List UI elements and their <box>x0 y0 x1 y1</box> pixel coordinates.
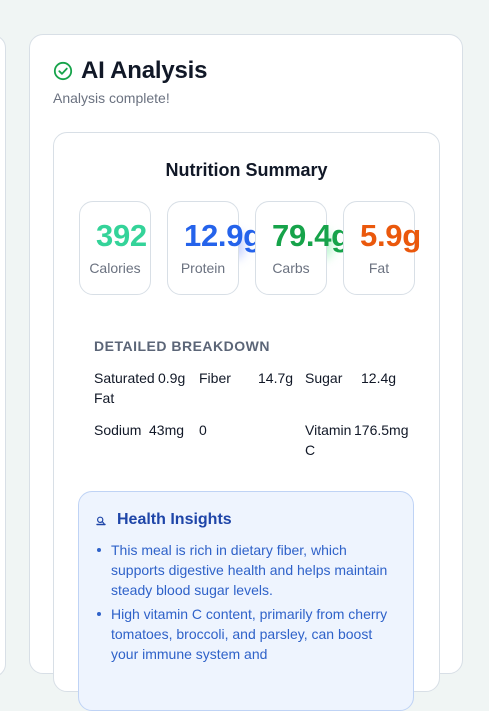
stat-label: Protein <box>180 260 226 276</box>
brain-icon <box>95 514 107 526</box>
health-insights-box: Health Insights This meal is rich in die… <box>78 491 414 711</box>
breakdown-title: DETAILED BREAKDOWN <box>94 338 270 354</box>
card-title: AI Analysis <box>81 57 208 84</box>
summary-title: Nutrition Summary <box>165 160 328 180</box>
nutrient-value: 0.9g <box>158 370 186 386</box>
nutrient-name: Vitamin C <box>305 422 352 458</box>
insight-item: High vitamin C content, primarily from c… <box>97 604 401 664</box>
ai-analysis-card: AI Analysis Analysis complete! Nutrition… <box>29 34 463 711</box>
stat-label: Carbs <box>272 260 310 276</box>
analysis-status: Analysis complete! <box>53 90 170 106</box>
nutrient-name: Sugar <box>305 370 343 386</box>
insights-title: Health Insights <box>117 511 232 528</box>
nutrient-name: Saturated Fat <box>94 370 155 406</box>
nutrition-summary-panel: Nutrition Summary 392 Calories 12.9g Pro… <box>53 132 440 711</box>
stat-label: Fat <box>368 260 390 276</box>
card-header: AI Analysis <box>53 57 207 85</box>
stat-card-fat: 5.9g Fat <box>343 201 421 295</box>
insight-item: This meal is rich in dietary fiber, whic… <box>97 540 401 600</box>
previous-panel-edge <box>0 35 6 677</box>
nutrient-value: 14.7g <box>258 370 294 386</box>
stat-value: 392 <box>96 218 147 253</box>
nutrient-name: Fiber <box>199 370 231 386</box>
stat-value: 5.9g <box>360 218 421 253</box>
nutrient-value: 43mg <box>149 422 185 438</box>
nutrient-value: 0 <box>199 422 207 438</box>
nutrient-name: Sodium <box>94 422 142 438</box>
stat-value: 79.4g <box>272 218 350 253</box>
stat-label: Calories <box>89 260 141 276</box>
stat-card-calories: 392 Calories <box>79 201 151 295</box>
insights-header: Health Insights <box>95 511 232 529</box>
stat-value: 12.9g <box>184 218 262 253</box>
check-circle-icon <box>53 61 73 81</box>
nutrient-value: 12.4g <box>361 370 397 386</box>
nutrient-value: 176.5mg <box>354 422 409 438</box>
insights-list: This meal is rich in dietary fiber, whic… <box>95 540 401 668</box>
stat-card-protein: 12.9g Protein <box>167 201 262 295</box>
stat-card-carbs: 79.4g Carbs <box>255 201 350 295</box>
